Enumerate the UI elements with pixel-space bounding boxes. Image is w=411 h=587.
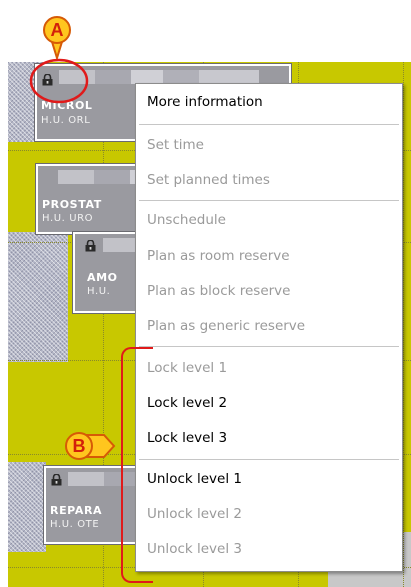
- menu-item-lock-level-3[interactable]: Lock level 3: [147, 429, 227, 447]
- unit-name: H.U. OTE: [50, 519, 100, 530]
- menu-item-unlock-level-1[interactable]: Unlock level 1: [147, 470, 242, 488]
- menu-item-unschedule[interactable]: Unschedule: [147, 211, 226, 229]
- padlock-icon[interactable]: [51, 474, 62, 486]
- menu-item-set-time[interactable]: Set time: [147, 136, 204, 154]
- callout-b-badge: B: [65, 432, 93, 460]
- menu-item-unlock-level-2[interactable]: Unlock level 2: [147, 505, 242, 523]
- context-menu: More information Set time Set planned ti…: [135, 83, 403, 572]
- unavailable-area: [8, 232, 68, 362]
- lock-options-bracket: [121, 347, 153, 583]
- menu-separator: [139, 124, 399, 125]
- procedure-name: PROSTAT: [42, 198, 102, 211]
- lock-highlight-circle: [29, 58, 89, 104]
- procedure-name: AMO: [87, 271, 118, 284]
- menu-item-unlock-level-3[interactable]: Unlock level 3: [147, 540, 242, 558]
- menu-separator: [139, 200, 399, 201]
- menu-item-plan-room-reserve[interactable]: Plan as room reserve: [147, 247, 290, 265]
- menu-item-lock-level-2[interactable]: Lock level 2: [147, 394, 227, 412]
- unit-name: H.U.: [87, 286, 111, 297]
- menu-item-lock-level-1[interactable]: Lock level 1: [147, 359, 227, 377]
- menu-item-set-planned-times[interactable]: Set planned times: [147, 171, 270, 189]
- unavailable-area: [8, 462, 46, 552]
- callout-a-badge: A: [43, 16, 71, 44]
- menu-item-plan-generic-reserve[interactable]: Plan as generic reserve: [147, 317, 305, 335]
- menu-separator: [139, 459, 399, 460]
- padlock-icon[interactable]: [85, 240, 96, 252]
- menu-item-plan-block-reserve[interactable]: Plan as block reserve: [147, 282, 290, 300]
- unit-name: H.U. URO: [42, 213, 94, 224]
- menu-item-more-information[interactable]: More information: [147, 93, 263, 111]
- menu-separator: [139, 346, 399, 347]
- procedure-name: REPARA: [50, 504, 103, 517]
- unit-name: H.U. ORL: [41, 115, 91, 126]
